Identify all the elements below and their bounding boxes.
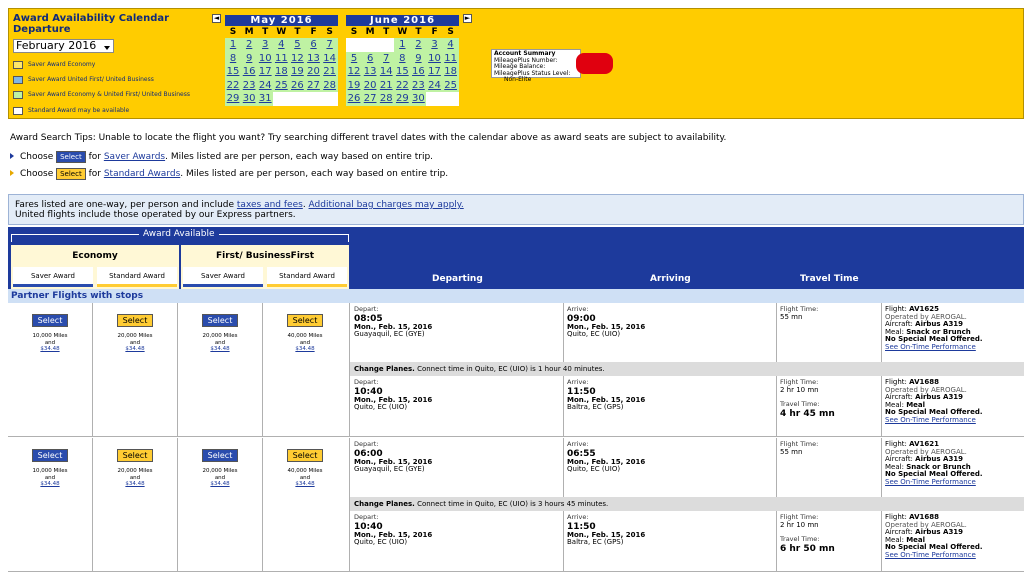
column-divider bbox=[563, 376, 564, 437]
column-divider bbox=[349, 438, 350, 572]
select-button[interactable]: Select bbox=[201, 314, 239, 327]
column-divider bbox=[776, 303, 777, 362]
award-option: Select 10,000 Miles and $34.48 bbox=[8, 314, 92, 353]
column-divider bbox=[563, 511, 564, 572]
column-divider bbox=[92, 303, 93, 437]
column-divider bbox=[776, 511, 777, 572]
select-button[interactable]: Select bbox=[116, 449, 154, 462]
column-divider bbox=[881, 303, 882, 362]
standard-awards-link[interactable]: Standard Awards bbox=[104, 169, 180, 179]
calendar-title: Award Availability Calendar Departure bbox=[13, 13, 170, 35]
award-available-bracket: Award Available bbox=[11, 229, 349, 242]
tax-link[interactable]: $34.48 bbox=[178, 346, 262, 353]
column-divider bbox=[881, 511, 882, 572]
column-divider bbox=[776, 376, 777, 437]
fares-note: Fares listed are one-way, per person and… bbox=[8, 194, 1024, 225]
arrow-right-icon bbox=[10, 170, 14, 176]
select-button[interactable]: Select bbox=[286, 449, 324, 462]
column-divider bbox=[563, 303, 564, 362]
legend-saver-first: Saver Award United First/ United Busines… bbox=[13, 75, 154, 85]
month-select[interactable]: February 2016 bbox=[13, 39, 114, 53]
partner-flights-heading: Partner Flights with stops bbox=[8, 289, 1024, 303]
next-month-icon[interactable]: ► bbox=[463, 14, 472, 23]
departing-header: Departing bbox=[432, 274, 483, 284]
select-standard-legend: Select bbox=[56, 168, 86, 180]
column-divider bbox=[262, 438, 263, 572]
column-divider bbox=[262, 303, 263, 437]
row-divider bbox=[8, 436, 1024, 437]
calendar-june: June 2016 SMTWTFS 1234 5 6 7 8 9 10 11 12 13 14 1… bbox=[346, 15, 459, 106]
column-divider bbox=[881, 376, 882, 437]
tax-link[interactable]: $34.48 bbox=[8, 346, 92, 353]
account-summary: Account Summary MileagePlus Number: Mile… bbox=[491, 49, 581, 83]
legend-saver-both: Saver Award Economy & United First/ Unit… bbox=[13, 90, 190, 100]
legend-standard: Standard Award may be available bbox=[13, 106, 129, 116]
redaction-mark bbox=[576, 53, 613, 74]
weekday-header: SMTWTFS bbox=[350, 27, 454, 37]
on-time-link[interactable]: See On-Time Performance bbox=[885, 416, 983, 425]
award-option: Select 20,000 Miles and $34.48 bbox=[178, 449, 262, 488]
itinerary-row: Select 10,000 Miles and $34.48 Select 20,0… bbox=[8, 438, 1024, 572]
saver-awards-link[interactable]: Saver Awards bbox=[104, 152, 165, 162]
select-button[interactable]: Select bbox=[201, 449, 239, 462]
tax-link[interactable]: $34.48 bbox=[263, 481, 347, 488]
chevron-down-icon bbox=[104, 46, 110, 50]
on-time-link[interactable]: See On-Time Performance bbox=[885, 478, 983, 487]
tax-link[interactable]: $34.48 bbox=[93, 346, 177, 353]
calendar-days[interactable]: 1234 5 6 7 8 9 10 11 12 13 14 15 16 17 18 19 20 21 22 23… bbox=[346, 38, 459, 106]
select-button[interactable]: Select bbox=[31, 314, 69, 327]
taxes-fees-link[interactable]: taxes and fees bbox=[237, 200, 303, 210]
award-option: Select 20,000 Miles and $34.48 bbox=[178, 314, 262, 353]
arrow-right-icon bbox=[10, 153, 14, 159]
column-divider bbox=[92, 438, 93, 572]
tax-link[interactable]: $34.48 bbox=[263, 346, 347, 353]
calendar-may: May 2016 SMTWTFS 1234567 8 9 10 11 12 13 14 15… bbox=[225, 15, 338, 106]
column-divider bbox=[881, 438, 882, 497]
weekday-header: SMTWTFS bbox=[229, 27, 333, 37]
award-option: Select 40,000 Miles and $34.48 bbox=[263, 449, 347, 488]
legend-saver-economy: Saver Award Economy bbox=[13, 60, 95, 70]
tip-saver: Choose Select for Saver Awards. Miles li… bbox=[10, 151, 433, 163]
award-search-tips: Award Search Tips: Unable to locate the … bbox=[10, 133, 727, 143]
arriving-header: Arriving bbox=[650, 274, 691, 284]
column-divider bbox=[177, 303, 178, 437]
calendar-month-title: May 2016 bbox=[225, 15, 338, 26]
bag-charges-link[interactable]: Additional bag charges may apply. bbox=[309, 200, 464, 210]
award-option: Select 20,000 Miles and $34.48 bbox=[93, 449, 177, 488]
select-saver-legend: Select bbox=[56, 151, 86, 163]
select-button[interactable]: Select bbox=[116, 314, 154, 327]
select-button[interactable]: Select bbox=[286, 314, 324, 327]
travel-time-header: Travel Time bbox=[800, 274, 859, 284]
on-time-link[interactable]: See On-Time Performance bbox=[885, 343, 983, 352]
award-calendar-panel: Award Availability Calendar Departure Feb… bbox=[8, 8, 1024, 119]
column-divider bbox=[776, 438, 777, 497]
change-planes-bar: Change Planes. Connect time in Quito, EC… bbox=[350, 362, 1024, 376]
itinerary-row: Select 10,000 Miles and $34.48 Select 20,0… bbox=[8, 303, 1024, 437]
tip-standard: Choose Select for Standard Awards. Miles… bbox=[10, 168, 448, 180]
first-business-header: First/ BusinessFirst Saver Award Standard… bbox=[181, 245, 349, 289]
prev-month-icon[interactable]: ◄ bbox=[212, 14, 221, 23]
tax-link[interactable]: $34.48 bbox=[93, 481, 177, 488]
results-header: Award Available Economy Saver Award Stand… bbox=[8, 227, 1024, 289]
award-option: Select 20,000 Miles and $34.48 bbox=[93, 314, 177, 353]
calendar-month-title: June 2016 bbox=[346, 15, 459, 26]
economy-header: Economy Saver Award Standard Award bbox=[11, 245, 179, 289]
on-time-link[interactable]: See On-Time Performance bbox=[885, 551, 983, 560]
change-planes-bar: Change Planes. Connect time in Quito, EC… bbox=[350, 497, 1024, 511]
award-option: Select 10,000 Miles and $34.48 bbox=[8, 449, 92, 488]
tax-link[interactable]: $34.48 bbox=[8, 481, 92, 488]
column-divider bbox=[563, 438, 564, 497]
select-button[interactable]: Select bbox=[31, 449, 69, 462]
column-divider bbox=[177, 438, 178, 572]
award-option: Select 40,000 Miles and $34.48 bbox=[263, 314, 347, 353]
column-divider bbox=[349, 303, 350, 437]
calendar-days[interactable]: 1234567 8 9 10 11 12 13 14 15 16 17 18 19 20 21 22 23… bbox=[225, 38, 338, 106]
tax-link[interactable]: $34.48 bbox=[178, 481, 262, 488]
